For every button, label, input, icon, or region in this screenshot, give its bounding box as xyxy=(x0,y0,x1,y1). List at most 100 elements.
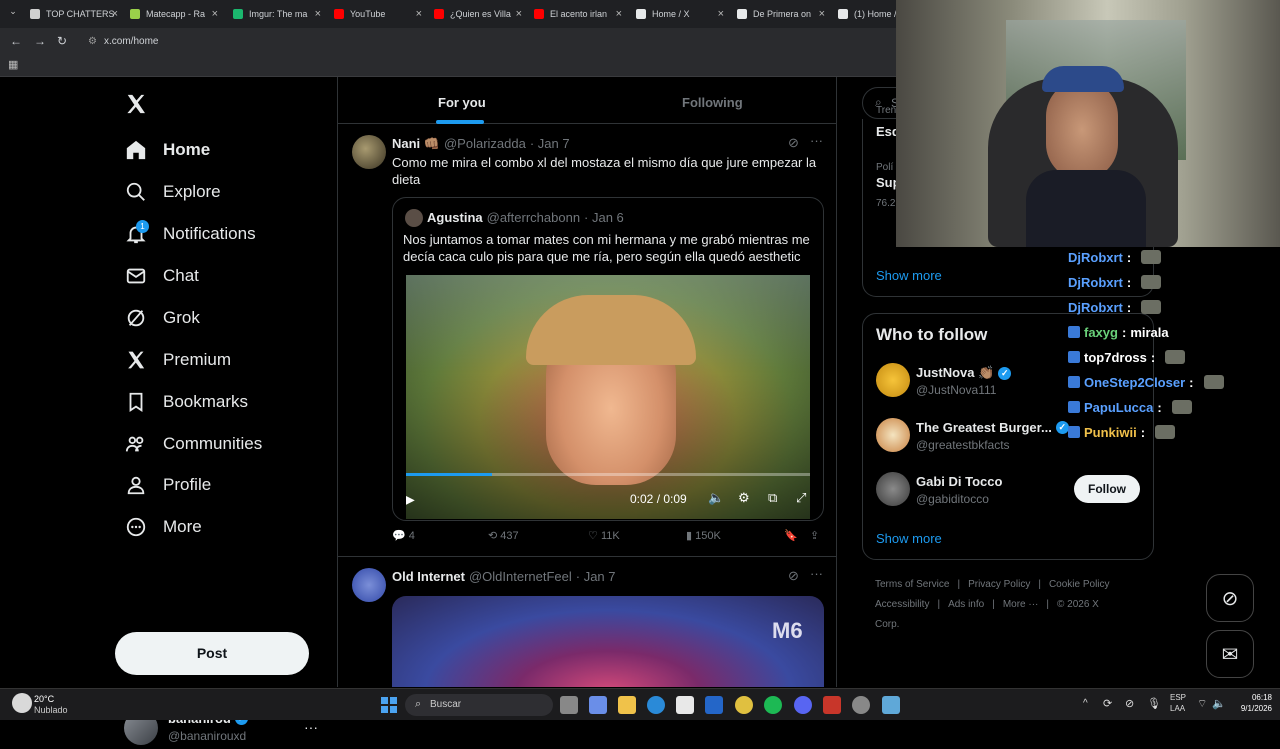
x-logo-icon[interactable] xyxy=(125,93,147,115)
nav-item-explore[interactable]: Explore xyxy=(124,177,221,207)
browser-tab[interactable]: Imgur: The ma × xyxy=(233,3,321,25)
copilot-icon[interactable] xyxy=(589,696,607,714)
nav-item-grok[interactable]: Grok xyxy=(124,303,200,333)
avatar[interactable] xyxy=(352,135,386,169)
tweet-media[interactable]: M6 xyxy=(392,596,824,687)
close-icon[interactable]: × xyxy=(416,8,422,20)
url-field[interactable]: ⚙ x.com/home xyxy=(86,32,906,51)
settings-icon[interactable] xyxy=(852,696,870,714)
close-icon[interactable]: × xyxy=(516,8,522,20)
fullscreen-icon[interactable]: ⤢ xyxy=(796,490,806,506)
footer-link[interactable]: Accessibility xyxy=(875,599,929,610)
show-more-link[interactable]: Show more xyxy=(876,531,942,546)
show-more-link[interactable]: Show more xyxy=(876,268,942,283)
account-name[interactable]: JustNova 👏🏽 ✓ xyxy=(916,365,1012,381)
task-view-icon[interactable] xyxy=(560,696,578,714)
browser-tab[interactable]: ¿Quien es Villa × xyxy=(434,3,522,25)
footer-link[interactable]: Ads info xyxy=(948,599,984,610)
mic-icon[interactable]: 🎙 xyxy=(1147,697,1161,710)
repost-button[interactable]: ⟲ 437 xyxy=(488,529,519,542)
browser-tab[interactable]: (1) Home / xyxy=(838,3,896,25)
mail-app-icon[interactable] xyxy=(705,696,723,714)
like-button[interactable]: ♡ 11K xyxy=(588,529,620,542)
store-icon[interactable] xyxy=(676,696,694,714)
volume-icon[interactable]: 🔈 xyxy=(708,490,724,506)
apps-grid-icon[interactable]: ▦ xyxy=(8,58,18,71)
clock-time[interactable]: 06:18 xyxy=(1232,693,1272,702)
tweet-date[interactable]: · Jan 7 xyxy=(576,569,616,584)
footer-link[interactable]: Privacy Policy xyxy=(968,579,1030,590)
browser-tab[interactable]: Home / X × xyxy=(636,3,724,25)
site-info-icon[interactable]: ⚙ xyxy=(88,32,97,51)
grok-fab[interactable]: ⊘ xyxy=(1206,574,1254,622)
settings-icon[interactable]: ⚙ xyxy=(738,490,750,506)
quote-date[interactable]: · Jan 6 xyxy=(584,210,624,225)
close-icon[interactable]: × xyxy=(616,8,622,20)
share-icon[interactable]: ⇪ xyxy=(810,529,819,542)
tweet-author-name[interactable]: Old Internet xyxy=(392,569,465,584)
nav-item-notifications[interactable]: 1 Notifications xyxy=(124,219,256,249)
nav-item-premium[interactable]: Premium xyxy=(124,345,231,375)
quote-author-handle[interactable]: @afterrchabonn xyxy=(487,210,580,225)
browser-tab[interactable]: TOP CHATTERS × xyxy=(30,3,118,25)
weather-icon[interactable] xyxy=(12,693,32,713)
forward-icon[interactable]: → xyxy=(34,34,46,48)
tab-for-you[interactable]: For you xyxy=(438,95,486,110)
avatar[interactable] xyxy=(352,568,386,602)
video-player[interactable]: ▶ 0:02 / 0:09 🔈 ⚙ ⧉ ⤢ xyxy=(406,275,810,519)
sync-icon[interactable]: ⟳ xyxy=(1103,697,1112,710)
browser-tab[interactable]: El acento irlan × xyxy=(534,3,622,25)
tab-following[interactable]: Following xyxy=(682,95,743,110)
windows-start-icon[interactable] xyxy=(381,697,397,713)
post-button[interactable]: Post xyxy=(115,632,309,675)
footer-link[interactable]: Terms of Service xyxy=(875,579,949,590)
close-icon[interactable]: × xyxy=(718,8,724,20)
notepad-icon[interactable] xyxy=(882,696,900,714)
network-icon[interactable]: ⊘ xyxy=(1125,697,1134,710)
tweet-author-handle[interactable]: @OldInternetFeel xyxy=(469,569,572,584)
language-indicator[interactable]: ESP xyxy=(1170,693,1186,702)
file-explorer-icon[interactable] xyxy=(618,696,636,714)
close-icon[interactable]: × xyxy=(112,8,118,20)
picture-in-picture-icon[interactable]: ⧉ xyxy=(768,490,777,506)
wifi-icon[interactable]: ⌔ xyxy=(1197,697,1207,711)
avatar[interactable] xyxy=(876,363,910,397)
tweet-author-handle[interactable]: @Polarizadda xyxy=(444,136,526,152)
follow-button[interactable]: Follow xyxy=(1074,475,1140,503)
bookmark-icon[interactable]: 🔖 xyxy=(784,529,798,542)
nav-item-bookmarks[interactable]: Bookmarks xyxy=(124,387,248,417)
close-icon[interactable]: × xyxy=(315,8,321,20)
tweet-author-name[interactable]: Nani 👊🏽 xyxy=(392,136,440,152)
views-button[interactable]: ▮ 150K xyxy=(686,529,721,542)
avatar[interactable] xyxy=(876,418,910,452)
chat-fab[interactable]: ✉ xyxy=(1206,630,1254,678)
browser-tab[interactable]: De Primera on × xyxy=(737,3,825,25)
edge-icon[interactable] xyxy=(647,696,665,714)
more-dots-icon[interactable]: ··· xyxy=(810,566,823,581)
taskbar-search[interactable]: ⌕ Buscar xyxy=(405,694,553,716)
nav-item-chat[interactable]: Chat xyxy=(124,261,199,291)
tweet[interactable]: Nani 👊🏽 @Polarizadda · Jan 7 ⊘ ··· Como … xyxy=(338,125,836,557)
nav-item-communities[interactable]: Communities xyxy=(124,429,262,459)
footer-link[interactable]: Cookie Policy xyxy=(1049,579,1110,590)
app-icon[interactable] xyxy=(823,696,841,714)
close-icon[interactable]: × xyxy=(212,8,218,20)
account-name[interactable]: Gabi Di Tocco xyxy=(916,474,1002,489)
play-icon[interactable]: ▶ xyxy=(406,491,415,508)
browser-tab[interactable]: Matecapp - Ra × xyxy=(130,3,218,25)
avatar[interactable] xyxy=(405,209,423,227)
volume-icon[interactable]: 🔈 xyxy=(1212,697,1226,710)
nav-item-profile[interactable]: Profile xyxy=(124,470,211,500)
grok-icon[interactable]: ⊘ xyxy=(788,568,799,584)
nav-item-more[interactable]: More xyxy=(124,512,202,542)
browser-tab[interactable]: YouTube × xyxy=(334,3,422,25)
back-icon[interactable]: ← xyxy=(10,34,22,48)
tab-search-icon[interactable]: ⌄ xyxy=(6,6,20,20)
reply-button[interactable]: 💬 4 xyxy=(392,529,415,542)
tweet-date[interactable]: · Jan 7 xyxy=(530,136,570,152)
account-name[interactable]: The Greatest Burger... ✓ xyxy=(916,420,1069,435)
more-dots-icon[interactable]: ··· xyxy=(810,133,823,148)
close-icon[interactable]: × xyxy=(819,8,825,20)
avatar[interactable] xyxy=(876,472,910,506)
nav-item-home[interactable]: Home xyxy=(124,135,210,165)
